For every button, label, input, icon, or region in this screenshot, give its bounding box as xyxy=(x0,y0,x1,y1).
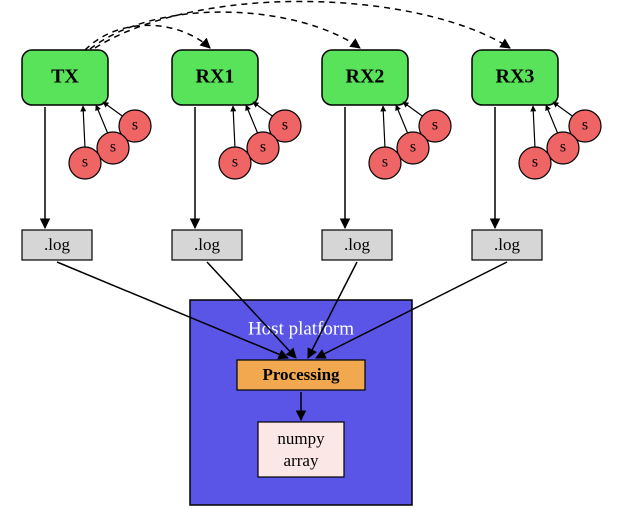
rx3-sensors: s s s xyxy=(519,102,601,179)
link-tx-rx2 xyxy=(90,12,360,49)
tx-label: TX xyxy=(51,66,79,88)
host-title: Host platform xyxy=(248,318,354,339)
rx3-label: RX3 xyxy=(496,66,535,88)
rx1-node: RX1 xyxy=(172,50,258,105)
sensor-label: s xyxy=(560,139,566,156)
tx-sensors: s s s xyxy=(69,102,151,179)
log-rx3: .log xyxy=(472,230,542,260)
pipeline-diagram: TX RX1 RX2 RX3 s s s s s s xyxy=(0,0,640,524)
sensor-label: s xyxy=(532,154,538,171)
sensor-label: s xyxy=(132,117,138,134)
sensor-label: s xyxy=(232,154,238,171)
numpy-label-1: numpy xyxy=(277,429,325,448)
rx1-label: RX1 xyxy=(196,66,235,88)
sensor-label: s xyxy=(82,154,88,171)
sensor-label: s xyxy=(432,117,438,134)
log-label: .log xyxy=(344,235,370,254)
tx-node: TX xyxy=(22,50,108,105)
sensor-label: s xyxy=(110,139,116,156)
link-tx-rx3 xyxy=(95,1,510,48)
log-label: .log xyxy=(44,235,70,254)
log-label: .log xyxy=(194,235,220,254)
numpy-label-2: array xyxy=(284,451,319,470)
sensor-label: s xyxy=(410,139,416,156)
log-tx: .log xyxy=(22,230,92,260)
sensor-label: s xyxy=(382,154,388,171)
rx2-sensors: s s s xyxy=(369,102,451,179)
log-rx2: .log xyxy=(322,230,392,260)
link-tx-rx1 xyxy=(85,25,210,50)
sensor-label: s xyxy=(260,139,266,156)
log-rx1: .log xyxy=(172,230,242,260)
log-label: .log xyxy=(494,235,520,254)
rx2-label: RX2 xyxy=(346,66,385,88)
sensor-label: s xyxy=(282,117,288,134)
processing-label: Processing xyxy=(262,365,340,384)
rx2-node: RX2 xyxy=(322,50,408,105)
sensor-label: s xyxy=(582,117,588,134)
rx1-sensors: s s s xyxy=(219,102,301,179)
rx3-node: RX3 xyxy=(472,50,558,105)
